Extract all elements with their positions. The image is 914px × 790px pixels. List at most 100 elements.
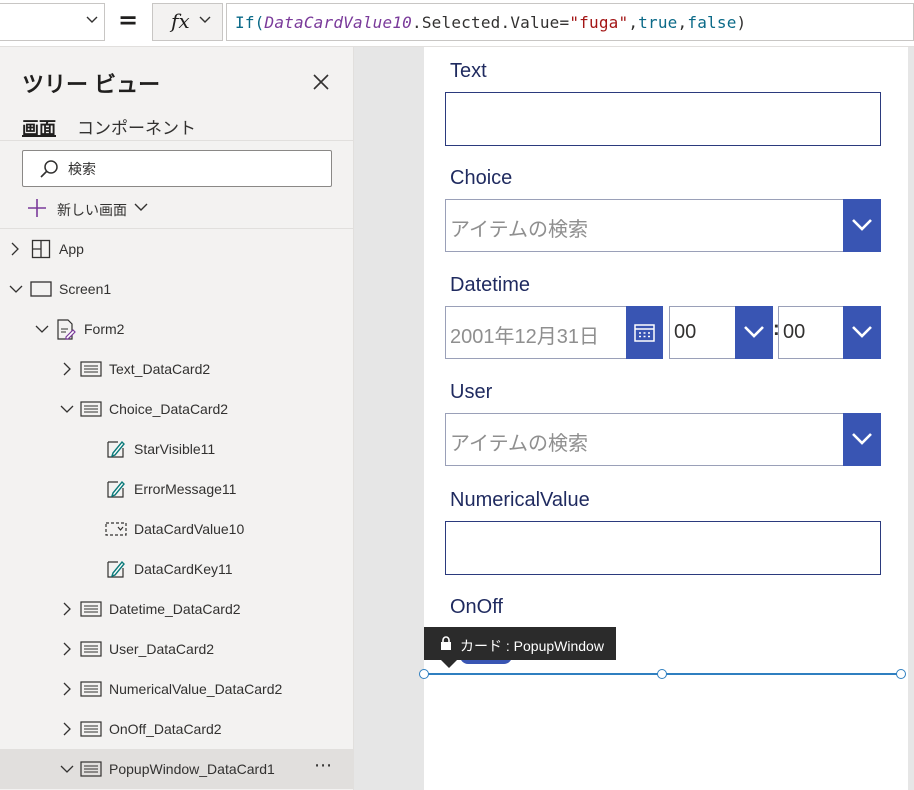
formula-text: If(DataCardValue10.Selected.Value="fuga"… xyxy=(235,13,746,32)
chevron-down-icon[interactable] xyxy=(35,325,49,335)
tree-item-numericalvalue-datacard2[interactable]: NumericalValue_DataCard2 xyxy=(0,669,353,709)
tree-item-screen1[interactable]: Screen1 xyxy=(0,269,353,309)
formula-true: true xyxy=(638,13,678,32)
tree-item-label: Form2 xyxy=(84,321,125,337)
tree-item-user-datacard2[interactable]: User_DataCard2 xyxy=(0,629,353,669)
chevron-right-icon[interactable] xyxy=(62,602,72,616)
chevron-right-icon[interactable] xyxy=(62,722,72,736)
selection-tooltip: カード : PopupWindow xyxy=(424,627,616,660)
formula-close-paren: ) xyxy=(736,13,747,32)
tree-view-panel: ツリー ビュー 画面 コンポーネント 新しい画面 App Screen1 For… xyxy=(0,47,354,790)
tree-view-title: ツリー ビュー xyxy=(22,72,161,97)
label-edit-icon xyxy=(107,560,125,578)
chevron-down-icon xyxy=(199,16,211,23)
user-placeholder: アイテムの検索 xyxy=(450,433,588,455)
close-icon[interactable] xyxy=(310,71,332,93)
chevron-down-icon xyxy=(134,203,148,211)
formula-false: false xyxy=(687,13,737,32)
formula-comma: , xyxy=(628,13,639,32)
tree-item-label: NumericalValue_DataCard2 xyxy=(109,681,283,697)
tree-item-form2[interactable]: Form2 xyxy=(0,309,353,349)
datacard-icon xyxy=(80,361,102,377)
search-icon xyxy=(40,160,58,178)
chevron-down-icon xyxy=(744,326,764,338)
hour-value: 00 xyxy=(674,321,697,343)
choice-placeholder: アイテムの検索 xyxy=(450,219,588,241)
tree-item-choice-datacard2[interactable]: Choice_DataCard2 xyxy=(0,389,353,429)
onoff-card-label: OnOff xyxy=(450,596,503,618)
text-input[interactable] xyxy=(445,92,881,146)
tree-item-text-datacard2[interactable]: Text_DataCard2 xyxy=(0,349,353,389)
search-box[interactable] xyxy=(22,150,332,187)
formula-member: .Selected.Value= xyxy=(412,13,570,32)
datacard-icon xyxy=(80,601,102,617)
equals-sign: = xyxy=(118,6,139,34)
tree-item-label: User_DataCard2 xyxy=(109,641,215,657)
datacard-icon xyxy=(80,761,102,777)
more-options-icon[interactable]: ⋯ xyxy=(314,755,333,776)
tree-item-label: Text_DataCard2 xyxy=(109,361,211,377)
tree-item-label: OnOff_DataCard2 xyxy=(109,721,222,737)
combobox-icon xyxy=(105,522,127,536)
tooltip-text: カード : PopupWindow xyxy=(460,638,604,654)
chevron-down-icon xyxy=(852,219,872,231)
numerical-card-label: NumericalValue xyxy=(450,489,590,511)
formula-comma: , xyxy=(677,13,688,32)
minute-dropdown-button[interactable] xyxy=(843,306,881,359)
tree-item-label: StarVisible11 xyxy=(134,441,216,457)
chevron-right-icon[interactable] xyxy=(62,362,72,376)
formula-function: If( xyxy=(235,13,265,32)
tree-item-label: DataCardKey11 xyxy=(134,561,233,577)
label-edit-icon xyxy=(107,440,125,458)
tooltip-pointer xyxy=(441,660,457,668)
plus-icon xyxy=(28,199,46,217)
label-edit-icon xyxy=(107,480,125,498)
user-dropdown-button[interactable] xyxy=(843,413,881,466)
search-input[interactable] xyxy=(68,151,318,186)
formula-input[interactable]: If(DataCardValue10.Selected.Value="fuga"… xyxy=(226,3,914,41)
calendar-icon xyxy=(634,324,655,342)
fx-label: fx xyxy=(171,9,190,33)
tree-item-label: Datetime_DataCard2 xyxy=(109,601,241,617)
choice-dropdown-button[interactable] xyxy=(843,199,881,252)
date-value: 2001年12月31日 xyxy=(450,326,599,348)
chevron-down-icon[interactable] xyxy=(60,405,74,415)
chevron-down-icon[interactable] xyxy=(60,765,74,775)
tree-item-app[interactable]: App xyxy=(0,229,353,269)
property-dropdown[interactable] xyxy=(0,3,105,41)
active-tab-indicator xyxy=(22,135,56,137)
app-icon xyxy=(31,239,51,259)
calendar-button[interactable] xyxy=(626,306,663,359)
datacard-icon xyxy=(80,681,102,697)
numerical-input[interactable] xyxy=(445,521,881,575)
chevron-right-icon[interactable] xyxy=(62,682,72,696)
tree-item-datacardvalue10[interactable]: DataCardValue10 xyxy=(0,509,353,549)
formula-identifier: DataCardValue10 xyxy=(264,13,412,32)
resize-handle-right[interactable] xyxy=(896,669,906,679)
tree-item-label: App xyxy=(59,241,84,257)
divider xyxy=(0,140,353,141)
user-combobox[interactable]: アイテムの検索 xyxy=(445,413,881,466)
tree-item-datetime-datacard2[interactable]: Datetime_DataCard2 xyxy=(0,589,353,629)
form-icon xyxy=(57,319,76,340)
hour-dropdown-button[interactable] xyxy=(735,306,773,359)
tree-item-starvisible11[interactable]: StarVisible11 xyxy=(0,429,353,469)
choice-combobox[interactable]: アイテムの検索 xyxy=(445,199,881,252)
tree-item-onoff-datacard2[interactable]: OnOff_DataCard2 xyxy=(0,709,353,749)
chevron-right-icon[interactable] xyxy=(62,642,72,656)
datacard-icon xyxy=(80,641,102,657)
screen-icon xyxy=(30,281,52,297)
text-card-label: Text xyxy=(450,60,487,82)
lock-icon xyxy=(441,636,451,650)
fx-button[interactable]: fx xyxy=(152,3,223,41)
tree-item-label: Choice_DataCard2 xyxy=(109,401,229,417)
resize-handle-middle[interactable] xyxy=(657,669,667,679)
chevron-right-icon[interactable] xyxy=(10,242,20,256)
tab-components[interactable]: コンポーネント xyxy=(77,114,196,139)
tree-item-popupwindow-datacard1[interactable]: PopupWindow_DataCard1 ⋯ xyxy=(0,749,353,789)
tree-item-label: Screen1 xyxy=(59,281,112,297)
resize-handle-left[interactable] xyxy=(419,669,429,679)
chevron-down-icon[interactable] xyxy=(9,285,23,295)
tree-item-errormessage11[interactable]: ErrorMessage11 xyxy=(0,469,353,509)
tree-item-datacardkey11[interactable]: DataCardKey11 xyxy=(0,549,353,589)
